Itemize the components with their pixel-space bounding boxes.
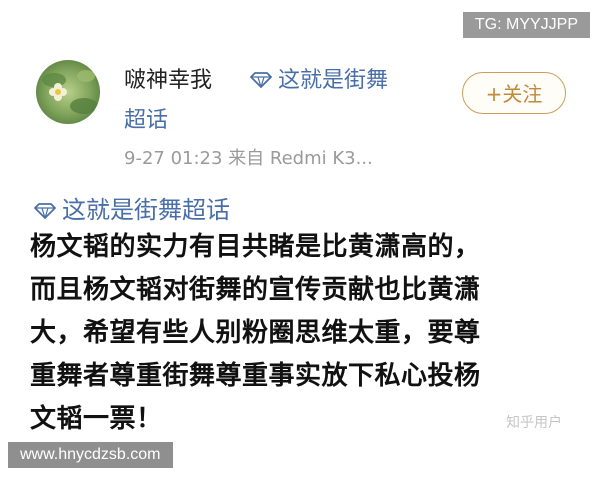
username[interactable]: 啵神幸我 [124,62,212,94]
tg-watermark: TG: MYYJJPP [462,12,590,38]
super-topic-link-cont[interactable]: 超话 [124,102,168,134]
super-topic-tag-label: 这就是街舞超话 [62,196,230,224]
post-body-line: 大，希望有些人别粉圈思维太重，要尊 [30,318,481,348]
avatar-flower-image [36,60,100,124]
super-topic-tag[interactable]: 这就是街舞超话 [34,190,230,225]
super-topic-link[interactable]: 这就是街舞 [250,62,388,94]
post-body-line: 而且杨文韬对街舞的宣传贡献也比黄潇 [30,275,481,305]
follow-button[interactable]: +关注 [462,72,566,114]
zhihu-watermark: 知乎用户 [506,415,562,431]
post-body: 杨文韬的实力有目共睹是比黄潇高的， 而且杨文韬对街舞的宣传贡献也比黄潇 大，希望… [30,226,585,441]
post-body-line: 重舞者尊重街舞尊重事实放下私心投杨 [30,361,481,391]
avatar[interactable] [36,60,100,124]
post-body-line: 文韬一票！ [30,404,163,434]
post-body-line: 杨文韬的实力有目共睹是比黄潇高的， [30,232,481,262]
site-watermark: www.hnycdzsb.com [8,442,173,468]
super-topic-label: 这就是街舞 [278,68,389,93]
super-topic-diamond-icon [250,69,272,94]
super-topic-diamond-icon [34,197,56,225]
post-meta: 9-27 01:23 来自 Redmi K3... [124,148,373,169]
